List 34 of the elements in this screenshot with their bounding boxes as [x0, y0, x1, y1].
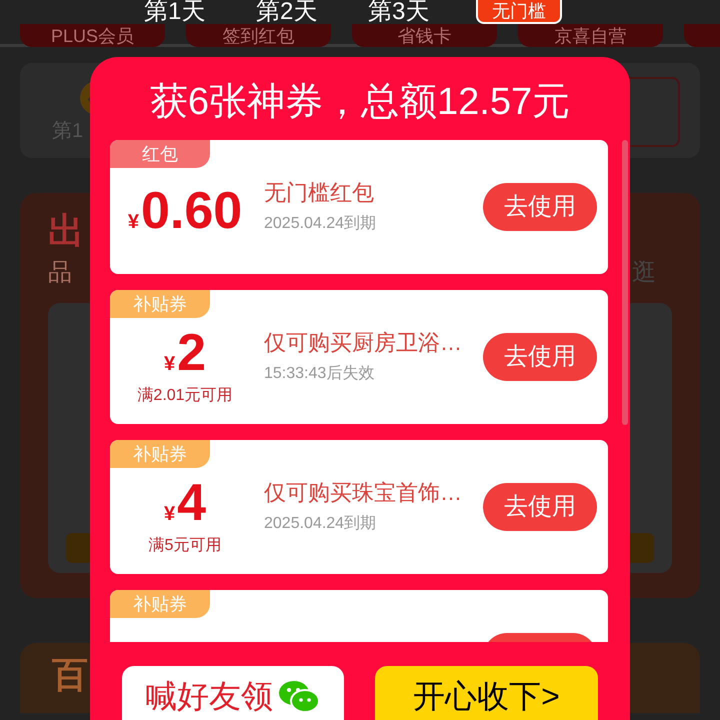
tab-chip[interactable]: 省钱卡: [352, 24, 497, 47]
coupon-tag: 补贴券: [110, 440, 210, 468]
scrollbar[interactable]: [622, 140, 628, 425]
share-button[interactable]: 喊好友领: [122, 666, 344, 720]
expiry-text: 2025.04.24到期: [264, 514, 378, 534]
coupon-name: 仅可购买珠宝首饰…: [264, 479, 463, 507]
coupon-condition: 满5元可用: [148, 536, 222, 556]
accept-button[interactable]: 开心收下>: [375, 666, 598, 720]
tab-chip[interactable]: 京喜自营: [518, 24, 663, 47]
coupon-name: 无门槛红包: [264, 179, 375, 207]
expiry-text: 2025.04.24到期: [264, 214, 378, 234]
coupon-amount: 0.60: [140, 182, 242, 240]
currency-sign: ¥: [128, 210, 139, 235]
wechat-icon: [277, 678, 321, 714]
currency-sign: ¥: [164, 352, 176, 377]
section-title: 百: [52, 654, 88, 695]
expiry-text: 15:33:43后失效: [264, 364, 376, 384]
dialog-title: 获6张神券，总额12.57元: [150, 80, 570, 125]
section-subtitle: 品: [48, 258, 73, 288]
use-button[interactable]: 去使用: [483, 483, 597, 531]
section-title: 出: [48, 213, 84, 249]
coupon-condition: 满2.01元可用: [137, 386, 233, 406]
coupon-tag: 补贴券: [110, 290, 210, 318]
use-button[interactable]: 去使用: [483, 333, 597, 381]
coupon-amount: 2: [177, 324, 206, 382]
coupon-tag: 红包: [110, 140, 210, 168]
badge: 无门槛: [476, 0, 562, 24]
currency-sign: ¥: [164, 502, 176, 527]
tab-chip[interactable]: 签到红包: [186, 24, 331, 47]
coupon-tag: 补贴券: [110, 590, 210, 618]
tab-chip[interactable]: PLUS会员: [20, 24, 165, 47]
use-button[interactable]: 去使用: [483, 183, 597, 231]
coupon-name: 仅可购买厨房卫浴…: [264, 329, 463, 357]
coupon-amount: 4: [177, 474, 206, 532]
